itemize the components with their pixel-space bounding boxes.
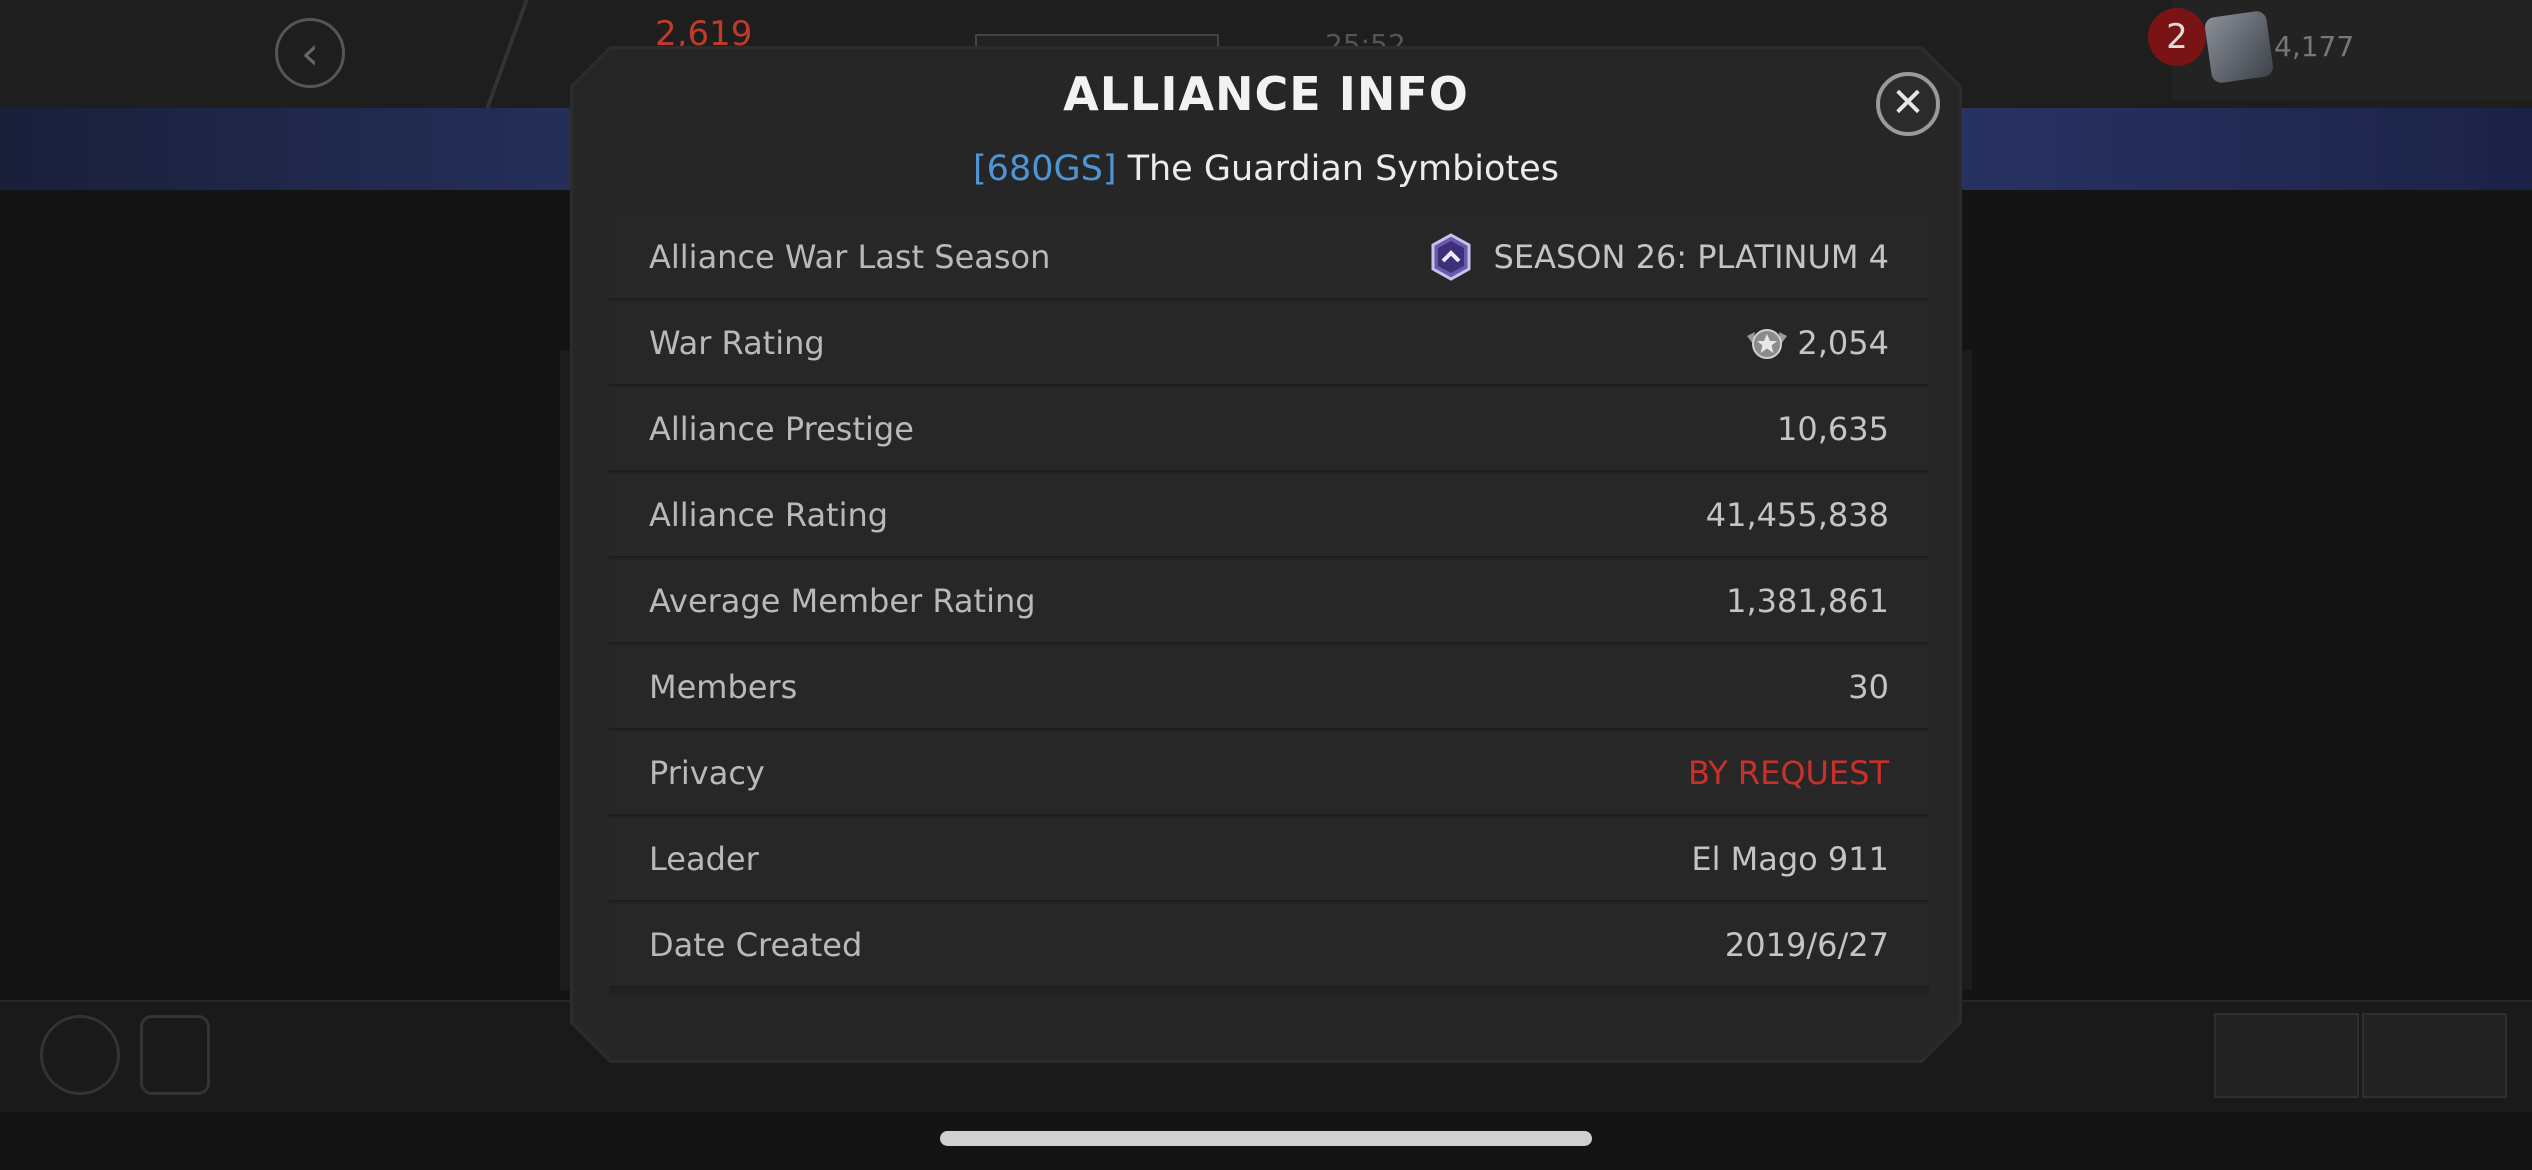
leader-value[interactable]: El Mago 911 [1691, 840, 1889, 878]
row-value: SEASON 26: PLATINUM 4 [1430, 233, 1889, 281]
row-label: Privacy [649, 754, 765, 792]
clipboard-icon[interactable] [2214, 1013, 2359, 1098]
row-alliance-war-last-season: Alliance War Last Season SEASON 26: PLAT… [609, 216, 1929, 300]
alliance-info-table: Alliance War Last Season SEASON 26: PLAT… [609, 216, 1929, 996]
row-value: 1,381,861 [1726, 582, 1889, 620]
units-value: 4,177 [2274, 30, 2355, 63]
row-value: 10,635 [1777, 410, 1889, 448]
row-label: Average Member Rating [649, 582, 1036, 620]
war-rating-icon [1747, 329, 1788, 359]
row-leader: Leader El Mago 911 [609, 818, 1929, 902]
row-value: 41,455,838 [1705, 496, 1889, 534]
units-icon[interactable] [2203, 10, 2275, 84]
row-label: Alliance Prestige [649, 410, 914, 448]
alliance-info-modal: ALLIANCE INFO ✕ [680GS] The Guardian Sym… [570, 46, 1962, 1063]
row-label: Alliance War Last Season [649, 238, 1051, 276]
alliance-tag: [680GS] [973, 149, 1117, 189]
checkmark-icon[interactable] [2362, 1013, 2507, 1098]
alliance-shield-icon[interactable] [140, 1015, 210, 1095]
row-label: Alliance Rating [649, 496, 889, 534]
row-members: Members 30 [609, 646, 1929, 730]
row-value: 30 [1848, 668, 1889, 706]
season-result: SEASON 26: PLATINUM 4 [1493, 238, 1889, 276]
notification-badge[interactable]: 2 [2148, 8, 2206, 66]
platinum-season-icon [1431, 233, 1471, 281]
close-icon[interactable]: ✕ [1876, 72, 1940, 136]
top-bar-divider [485, 0, 529, 108]
row-date-created: Date Created 2019/6/27 [609, 904, 1929, 988]
row-value: 2,054 [1743, 322, 1889, 364]
row-label: Members [649, 668, 798, 706]
row-war-rating: War Rating 2,054 [609, 302, 1929, 386]
war-rating-value: 2,054 [1797, 324, 1889, 362]
row-label: Leader [649, 840, 759, 878]
row-label: War Rating [649, 324, 825, 362]
row-average-member-rating: Average Member Rating 1,381,861 [609, 560, 1929, 644]
back-button[interactable]: ‹ [275, 18, 345, 88]
alliance-name: The Guardian Symbiotes [1127, 149, 1559, 189]
members-icon[interactable] [40, 1015, 120, 1095]
row-alliance-rating: Alliance Rating 41,455,838 [609, 474, 1929, 558]
privacy-value: BY REQUEST [1687, 754, 1889, 792]
modal-title: ALLIANCE INFO [1063, 67, 1469, 121]
row-label: Date Created [649, 926, 863, 964]
alliance-header: [680GS] The Guardian Symbiotes [573, 149, 1959, 189]
row-value: 2019/6/27 [1724, 926, 1889, 964]
row-alliance-prestige: Alliance Prestige 10,635 [609, 388, 1929, 472]
home-indicator [940, 1131, 1592, 1146]
modal-body: ALLIANCE INFO ✕ [680GS] The Guardian Sym… [573, 49, 1959, 1060]
row-privacy: Privacy BY REQUEST [609, 732, 1929, 816]
